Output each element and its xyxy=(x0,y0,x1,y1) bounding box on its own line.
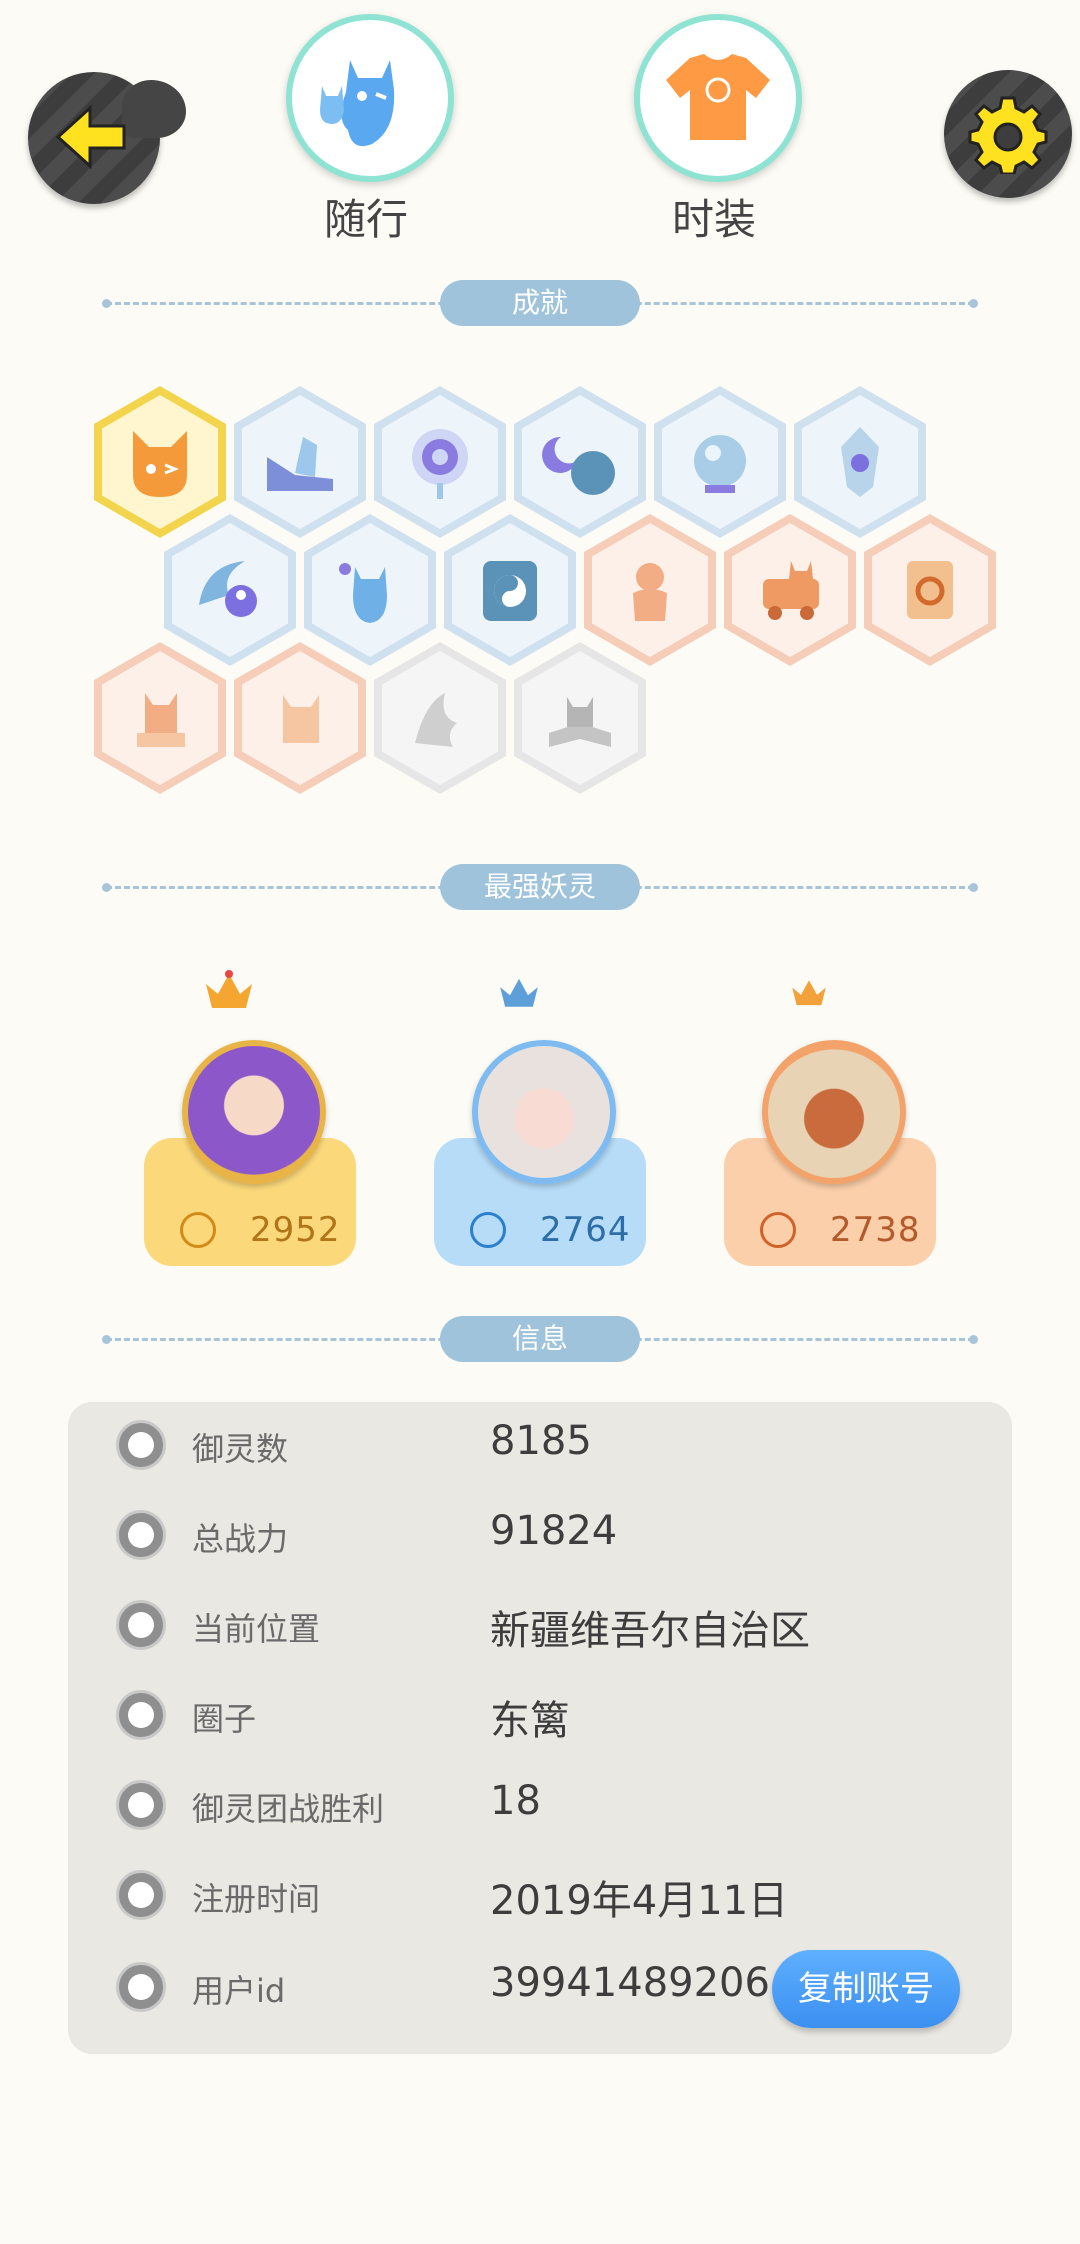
copy-account-button[interactable]: 复制账号 xyxy=(772,1950,960,2028)
info-label: 御灵数 xyxy=(192,1430,289,1468)
info-label: 御灵团战胜利 xyxy=(192,1790,385,1828)
gold-crown-icon xyxy=(206,970,252,1008)
tshirt-icon xyxy=(666,54,770,140)
cat-cart-badge-icon xyxy=(724,514,856,666)
info-label: 总战力 xyxy=(192,1520,289,1558)
achievement-badge[interactable] xyxy=(374,642,506,794)
achievement-badge[interactable] xyxy=(514,386,646,538)
top-monster-3-power: 2738 xyxy=(830,1210,921,1250)
achievement-badge[interactable] xyxy=(234,642,366,794)
clock-icon xyxy=(116,1870,166,1920)
sword-power-icon xyxy=(760,1212,796,1248)
top-monster-1-power: 2952 xyxy=(250,1210,341,1250)
sword-power-icon xyxy=(180,1212,216,1248)
trophy-icon xyxy=(116,1780,166,1830)
fire-beast-avatar[interactable] xyxy=(762,1040,906,1184)
achievement-badge[interactable] xyxy=(444,514,576,666)
pharaoh-girl-avatar[interactable] xyxy=(182,1040,326,1184)
achievement-badge[interactable] xyxy=(654,386,786,538)
follow-label: 随行 xyxy=(323,195,408,244)
achievement-badge[interactable] xyxy=(794,386,926,538)
achievement-badge[interactable] xyxy=(584,514,716,666)
yin-yang-swirl-badge-icon xyxy=(164,514,296,666)
achievements-section-title: 成就 xyxy=(440,280,640,326)
cat-spirit-badge-icon xyxy=(304,514,436,666)
info-value: 2019年4月11日 xyxy=(490,1878,789,1924)
portal-badge-icon xyxy=(374,386,506,538)
monster-count-icon xyxy=(116,1420,166,1470)
achievement-badge[interactable] xyxy=(234,386,366,538)
sword-power-icon xyxy=(470,1212,506,1248)
crystal-badge-icon xyxy=(794,386,926,538)
achievement-badge[interactable] xyxy=(864,514,996,666)
sneaker-badge-icon xyxy=(234,386,366,538)
achievement-badge[interactable] xyxy=(514,642,646,794)
fashion-label: 时装 xyxy=(671,195,756,244)
ghost-cat-icon xyxy=(320,60,395,147)
yin-yang-book-badge-icon xyxy=(444,514,576,666)
silver-crown-icon xyxy=(500,978,538,1007)
circle-target-icon xyxy=(116,1690,166,1740)
fox-face-badge-icon xyxy=(94,386,226,538)
settings-button[interactable] xyxy=(944,70,1072,198)
arrow-left-icon xyxy=(55,104,126,170)
info-value: 东篱 xyxy=(490,1698,570,1744)
location-pin-icon xyxy=(116,1600,166,1650)
white-hair-girl-avatar[interactable] xyxy=(472,1040,616,1184)
fox-statue-badge-icon xyxy=(234,642,366,794)
gear-icon xyxy=(968,96,1048,174)
info-section-title: 信息 xyxy=(440,1316,640,1362)
back-button[interactable] xyxy=(28,72,186,204)
dragon-wave-badge-icon xyxy=(374,642,506,794)
info-value: 8185 xyxy=(490,1418,592,1464)
bronze-crown-icon xyxy=(792,980,826,1006)
achievement-badge[interactable] xyxy=(304,514,436,666)
achievement-badge[interactable] xyxy=(164,514,296,666)
sword-icon xyxy=(116,1510,166,1560)
info-label: 注册时间 xyxy=(192,1880,321,1918)
moon-planet-badge-icon xyxy=(514,386,646,538)
wolf-book-badge-icon xyxy=(514,642,646,794)
scroll-badge-icon xyxy=(864,514,996,666)
fashion-button[interactable] xyxy=(634,14,802,182)
crystal-ball-badge-icon xyxy=(654,386,786,538)
dragon-statue-badge-icon xyxy=(94,642,226,794)
achievement-badge[interactable] xyxy=(94,642,226,794)
info-value: 18 xyxy=(490,1778,541,1824)
info-label: 用户id xyxy=(192,1972,286,2010)
info-value: 新疆维吾尔自治区 xyxy=(490,1608,810,1654)
info-label: 当前位置 xyxy=(192,1610,321,1648)
follow-companion-button[interactable] xyxy=(286,14,454,182)
info-label: 圈子 xyxy=(192,1700,257,1738)
user-id-value: 39941489206 xyxy=(490,1960,770,2006)
top-monster-2-power: 2764 xyxy=(540,1210,631,1250)
id-card-icon xyxy=(116,1962,166,2012)
info-value: 91824 xyxy=(490,1508,618,1554)
monkey-badge-icon xyxy=(584,514,716,666)
achievement-badge[interactable] xyxy=(724,514,856,666)
achievement-badge[interactable] xyxy=(94,386,226,538)
achievement-badge[interactable] xyxy=(374,386,506,538)
strongest-section-title: 最强妖灵 xyxy=(440,864,640,910)
